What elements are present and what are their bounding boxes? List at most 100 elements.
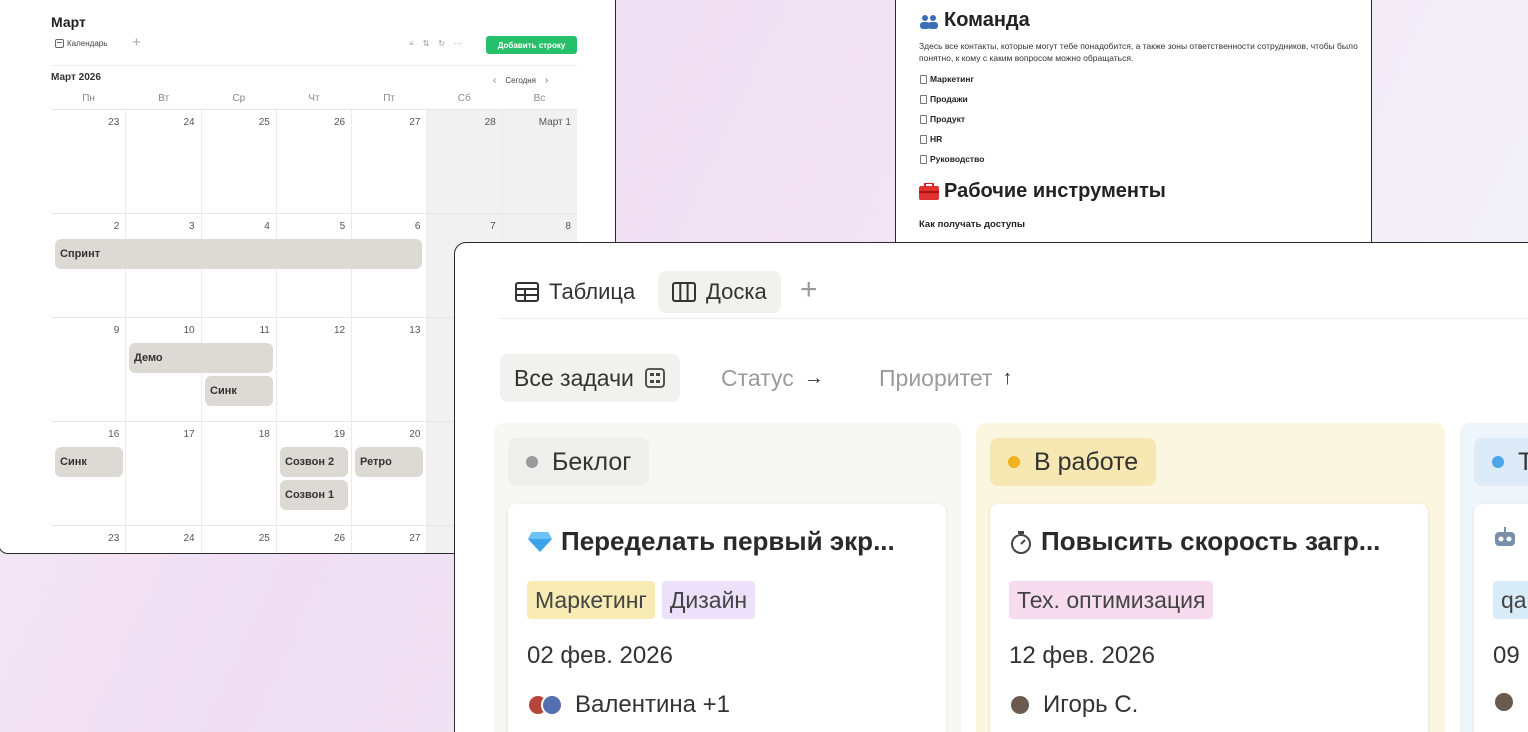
tag-badge: qa — [1493, 581, 1528, 619]
day-number: 26 — [334, 117, 346, 128]
day-number: 16 — [108, 429, 120, 440]
day-cell[interactable]: 13 — [351, 318, 426, 421]
day-cell[interactable]: Март 1 — [501, 110, 577, 213]
day-number: 7 — [490, 221, 496, 232]
today-button[interactable]: Сегодня — [505, 76, 536, 85]
link-icon[interactable]: ↻ — [438, 39, 445, 48]
stopwatch-icon — [1011, 530, 1031, 554]
weekday-header: Пн Вт Ср Чт Пт Сб Вс — [51, 93, 577, 104]
day-cell[interactable]: 25 — [200, 110, 276, 213]
day-number: 27 — [409, 117, 421, 128]
day-number: 12 — [334, 325, 346, 336]
tag-badge: Маркетинг — [527, 581, 655, 619]
card-tags: qa — [1493, 581, 1528, 619]
day-cell[interactable]: 18 — [200, 422, 276, 525]
day-cell[interactable]: 26 — [275, 110, 351, 213]
page-icon — [920, 94, 927, 104]
chevron-right-icon[interactable]: › — [545, 75, 548, 86]
event-demo[interactable]: Демо — [129, 343, 273, 373]
toolbox-icon — [919, 183, 939, 200]
document-window: Команда Здесь все контакты, которые могу… — [895, 0, 1372, 248]
day-number: 27 — [409, 533, 421, 544]
chevron-left-icon[interactable]: ‹ — [493, 75, 496, 86]
board-column-in-progress: В работе Повысить скорость загр... Тех. … — [976, 423, 1445, 732]
weekday-label: Чт — [308, 93, 320, 104]
card-assignee: Валентина +1 — [527, 691, 730, 719]
arrow-right-icon: → — [803, 366, 824, 389]
column-title: Беклог — [552, 447, 632, 476]
card-title-text: Переделать первый экр... — [561, 526, 895, 556]
weekday-label: Вт — [158, 93, 170, 104]
card-title-text: Повысить скорость загр... — [1041, 526, 1381, 556]
task-card[interactable]: Повысить скорость загр... Тех. оптимизац… — [990, 504, 1428, 732]
page-icon — [920, 114, 927, 124]
task-card[interactable]: Переделать первый экр... Маркетинг Дизай… — [508, 504, 946, 732]
tab-board[interactable]: Доска — [658, 271, 781, 313]
sort-icon[interactable]: ⇅ — [423, 39, 430, 48]
day-cell[interactable]: 28 — [426, 110, 502, 213]
day-number: 2 — [113, 221, 120, 232]
event-sync[interactable]: Синк — [55, 447, 123, 477]
card-assignee: Игорь С. — [1009, 691, 1138, 719]
add-row-button[interactable]: Добавить строку — [486, 36, 577, 54]
avatar-group — [527, 694, 563, 716]
card-date: 12 фев. 2026 — [1009, 642, 1155, 669]
people-icon — [920, 14, 938, 29]
tab-table[interactable]: Таблица — [501, 271, 649, 313]
day-cell[interactable]: 24 — [125, 110, 200, 213]
weekday-label: Сб — [457, 93, 471, 104]
day-number: 25 — [258, 117, 270, 128]
column-header[interactable]: Т — [1474, 438, 1528, 486]
page-link[interactable]: Продажи — [920, 89, 984, 109]
robot-icon — [1495, 527, 1515, 546]
card-date: 09 — [1493, 642, 1520, 669]
divider — [499, 318, 1528, 319]
day-cell[interactable]: 27 — [351, 110, 426, 213]
filter-priority[interactable]: Приоритет ↑ — [879, 354, 1012, 402]
day-cell[interactable]: 17 — [125, 422, 200, 525]
more-icon[interactable]: ··· — [454, 39, 462, 48]
tab-calendar[interactable]: Календарь — [55, 39, 107, 48]
card-assignee — [1493, 691, 1515, 713]
day-number: 23 — [108, 117, 120, 128]
tag-badge: Дизайн — [661, 581, 756, 619]
day-cell[interactable]: 12 — [275, 318, 351, 421]
page-link[interactable]: Продукт — [920, 109, 984, 129]
day-cell[interactable]: 23 — [51, 110, 125, 213]
filter-all-tasks[interactable]: Все задачи — [500, 354, 680, 402]
day-cell[interactable]: 23 — [51, 526, 125, 553]
event-sync[interactable]: Синк — [205, 376, 273, 406]
page-link[interactable]: Руководство — [920, 149, 984, 169]
day-number: 9 — [113, 325, 120, 336]
calendar-toolbar: ≡ ⇅ ↻ ··· — [409, 39, 462, 48]
day-cell[interactable]: 26 — [275, 526, 351, 553]
event-retro[interactable]: Ретро — [355, 447, 423, 477]
filter-icon[interactable]: ≡ — [409, 39, 414, 48]
event-call-2[interactable]: Созвон 2 — [280, 447, 348, 477]
page-link[interactable]: Маркетинг — [920, 69, 984, 89]
day-number: 18 — [258, 429, 270, 440]
task-card[interactable]: qa 09 — [1474, 504, 1528, 732]
board-window: Таблица Доска + Все задачи Статус → Прио… — [454, 242, 1528, 732]
day-number: 20 — [409, 429, 421, 440]
day-number: 26 — [334, 533, 346, 544]
page-link-label: Маркетинг — [930, 74, 975, 84]
add-view-icon[interactable]: + — [800, 273, 818, 307]
day-number: 19 — [334, 429, 346, 440]
day-cell[interactable]: 24 — [125, 526, 200, 553]
day-cell[interactable]: 9 — [51, 318, 125, 421]
event-call-1[interactable]: Созвон 1 — [280, 480, 348, 510]
page-link[interactable]: HR — [920, 129, 984, 149]
calendar-week: 23 24 25 26 27 28 Март 1 — [51, 109, 577, 213]
card-date: 02 фев. 2026 — [527, 642, 673, 669]
add-view-icon[interactable]: + — [132, 34, 141, 51]
team-description: Здесь все контакты, которые могут тебе п… — [919, 41, 1358, 63]
day-cell[interactable]: 25 — [200, 526, 276, 553]
column-header[interactable]: В работе — [990, 438, 1157, 486]
event-sprint[interactable]: Спринт — [55, 239, 422, 269]
filter-status[interactable]: Статус → — [721, 354, 824, 402]
page-link-label: HR — [930, 134, 943, 144]
team-heading: Команда — [919, 9, 1030, 32]
day-cell[interactable]: 27 — [351, 526, 426, 553]
column-header[interactable]: Беклог — [508, 438, 650, 486]
